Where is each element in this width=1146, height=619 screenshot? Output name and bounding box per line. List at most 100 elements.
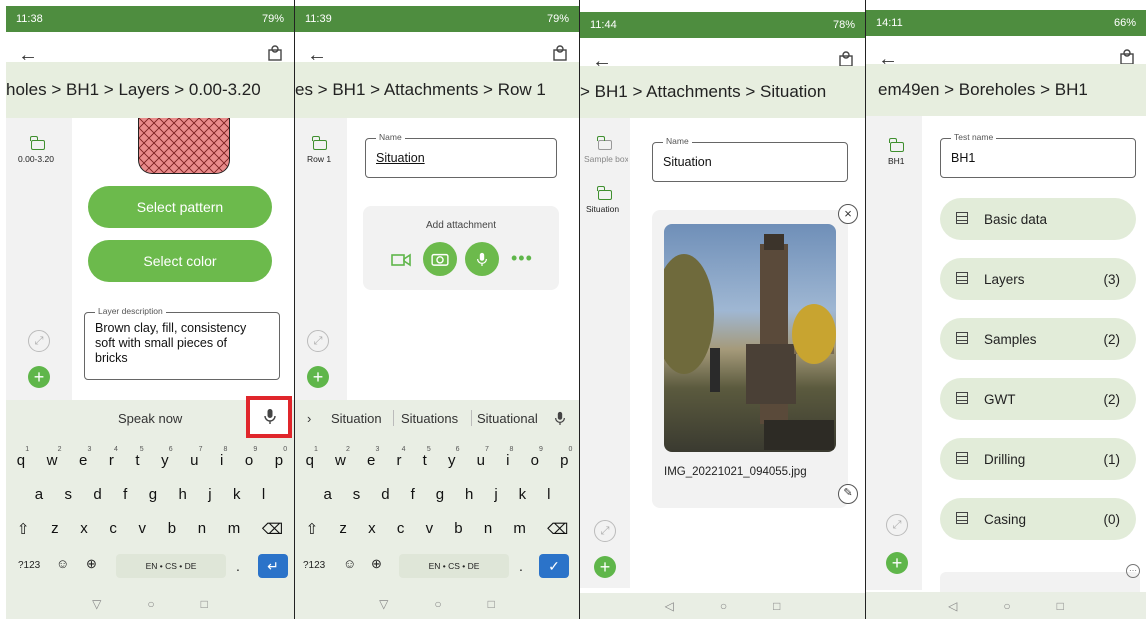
backspace-icon[interactable]: ⌫ bbox=[547, 520, 568, 538]
key-o[interactable]: o9 bbox=[531, 446, 543, 469]
key-e[interactable]: e3 bbox=[367, 446, 379, 469]
expand-icon[interactable]: ⤢ bbox=[594, 520, 616, 542]
globe-icon[interactable]: ⊕ bbox=[86, 556, 97, 572]
key-k[interactable]: k bbox=[233, 486, 241, 503]
nav-back-icon[interactable]: ▽ bbox=[379, 597, 388, 611]
key-g[interactable]: g bbox=[436, 486, 444, 503]
key-a[interactable]: a bbox=[35, 486, 43, 503]
name-field[interactable]: Name Situation bbox=[365, 132, 557, 178]
key-p[interactable]: p0 bbox=[275, 446, 287, 469]
plus-icon[interactable]: + bbox=[886, 552, 908, 574]
expand-icon[interactable]: ⤢ bbox=[28, 330, 50, 352]
folder-label[interactable]: Sample box bbox=[584, 154, 628, 164]
nav-home-icon[interactable]: ○ bbox=[720, 599, 727, 613]
key-b[interactable]: b bbox=[168, 520, 176, 538]
key-n[interactable]: n bbox=[198, 520, 206, 538]
key-z[interactable]: z bbox=[339, 520, 347, 538]
section-gwt[interactable]: GWT (2) bbox=[940, 378, 1136, 420]
num-key[interactable]: ?123 bbox=[303, 560, 325, 571]
shift-icon[interactable]: ⇧ bbox=[306, 520, 319, 538]
expand-icon[interactable]: ⤢ bbox=[886, 514, 908, 536]
name-value[interactable]: Situation bbox=[376, 151, 425, 165]
test-name-value[interactable]: BH1 bbox=[951, 151, 975, 165]
nav-back-icon[interactable]: ◁ bbox=[665, 599, 674, 613]
key-c[interactable]: c bbox=[109, 520, 117, 538]
select-pattern-button[interactable]: Select pattern bbox=[88, 186, 272, 228]
num-key[interactable]: ?123 bbox=[18, 560, 40, 571]
nav-recents-icon[interactable]: □ bbox=[488, 597, 495, 611]
section-basic-data[interactable]: Basic data bbox=[940, 198, 1136, 240]
plus-icon[interactable]: + bbox=[594, 556, 616, 578]
section-drilling[interactable]: Drilling (1) bbox=[940, 438, 1136, 480]
key-y[interactable]: y6 bbox=[448, 446, 460, 469]
layer-description-value[interactable]: Brown clay, fill, consistency soft with … bbox=[95, 321, 255, 366]
folder-label[interactable]: Situation bbox=[586, 204, 619, 214]
key-q[interactable]: q1 bbox=[306, 446, 318, 469]
key-i[interactable]: i8 bbox=[220, 446, 227, 469]
key-b[interactable]: b bbox=[454, 520, 462, 538]
folder-label[interactable]: BH1 bbox=[888, 156, 905, 166]
folder-icon[interactable] bbox=[597, 186, 612, 200]
key-y[interactable]: y6 bbox=[161, 446, 173, 469]
emoji-icon[interactable]: ☺ bbox=[343, 556, 356, 571]
nav-recents-icon[interactable]: □ bbox=[1057, 599, 1064, 613]
key-k[interactable]: k bbox=[519, 486, 527, 503]
folder-label[interactable]: 0.00-3.20 bbox=[18, 154, 54, 164]
key-f[interactable]: f bbox=[123, 486, 127, 503]
space-bar[interactable]: EN • CS • DE bbox=[116, 554, 226, 578]
video-icon[interactable] bbox=[391, 252, 411, 268]
nav-recents-icon[interactable]: □ bbox=[773, 599, 780, 613]
mic-icon[interactable] bbox=[465, 242, 499, 276]
key-h[interactable]: h bbox=[465, 486, 473, 503]
key-a[interactable]: a bbox=[323, 486, 331, 503]
mic-icon[interactable] bbox=[262, 408, 278, 424]
check-icon[interactable]: ✓ bbox=[539, 554, 569, 578]
suggestion-1[interactable]: Situation bbox=[331, 411, 382, 426]
key-t[interactable]: t5 bbox=[135, 446, 143, 469]
more-icon[interactable]: ••• bbox=[511, 248, 533, 269]
expand-icon[interactable]: ⤢ bbox=[307, 330, 329, 352]
folder-icon[interactable] bbox=[30, 136, 45, 150]
key-h[interactable]: h bbox=[178, 486, 186, 503]
key-z[interactable]: z bbox=[51, 520, 59, 538]
key-o[interactable]: o9 bbox=[245, 446, 257, 469]
key-x[interactable]: x bbox=[80, 520, 88, 538]
key-c[interactable]: c bbox=[397, 520, 405, 538]
key-u[interactable]: u7 bbox=[190, 446, 202, 469]
key-s[interactable]: s bbox=[353, 486, 361, 503]
name-value[interactable]: Situation bbox=[663, 155, 712, 169]
nav-home-icon[interactable]: ○ bbox=[147, 597, 154, 611]
key-j[interactable]: j bbox=[208, 486, 211, 503]
attachment-photo[interactable] bbox=[664, 224, 836, 452]
chevron-right-icon[interactable]: › bbox=[307, 411, 311, 426]
key-p[interactable]: p0 bbox=[560, 446, 572, 469]
test-name-field[interactable]: Test name BH1 bbox=[940, 132, 1136, 178]
space-bar[interactable]: EN • CS • DE bbox=[399, 554, 509, 578]
key-m[interactable]: m bbox=[513, 520, 526, 538]
key-u[interactable]: u7 bbox=[477, 446, 489, 469]
key-e[interactable]: e3 bbox=[79, 446, 91, 469]
mic-icon[interactable] bbox=[553, 411, 567, 425]
key-v[interactable]: v bbox=[426, 520, 434, 538]
plus-icon[interactable]: + bbox=[307, 366, 329, 388]
key-q[interactable]: q1 bbox=[17, 446, 29, 469]
globe-icon[interactable]: ⊕ bbox=[371, 556, 382, 572]
period-key[interactable]: . bbox=[519, 558, 523, 574]
section-casing[interactable]: Casing (0) bbox=[940, 498, 1136, 540]
section-samples[interactable]: Samples (2) bbox=[940, 318, 1136, 360]
key-x[interactable]: x bbox=[368, 520, 376, 538]
enter-icon[interactable]: ↵ bbox=[258, 554, 288, 578]
nav-back-icon[interactable]: ◁ bbox=[948, 599, 957, 613]
period-key[interactable]: . bbox=[236, 558, 240, 574]
backspace-icon[interactable]: ⌫ bbox=[262, 520, 283, 538]
folder-icon[interactable] bbox=[597, 136, 612, 150]
key-t[interactable]: t5 bbox=[423, 446, 431, 469]
more-options-icon[interactable]: ⋯ bbox=[1126, 564, 1140, 578]
mic-highlight[interactable] bbox=[246, 396, 292, 438]
key-n[interactable]: n bbox=[484, 520, 492, 538]
key-r[interactable]: r4 bbox=[109, 446, 118, 469]
select-color-button[interactable]: Select color bbox=[88, 240, 272, 282]
suggestion-3[interactable]: Situational bbox=[477, 411, 538, 426]
borehole-map-icon[interactable] bbox=[266, 44, 284, 62]
key-l[interactable]: l bbox=[547, 486, 550, 503]
